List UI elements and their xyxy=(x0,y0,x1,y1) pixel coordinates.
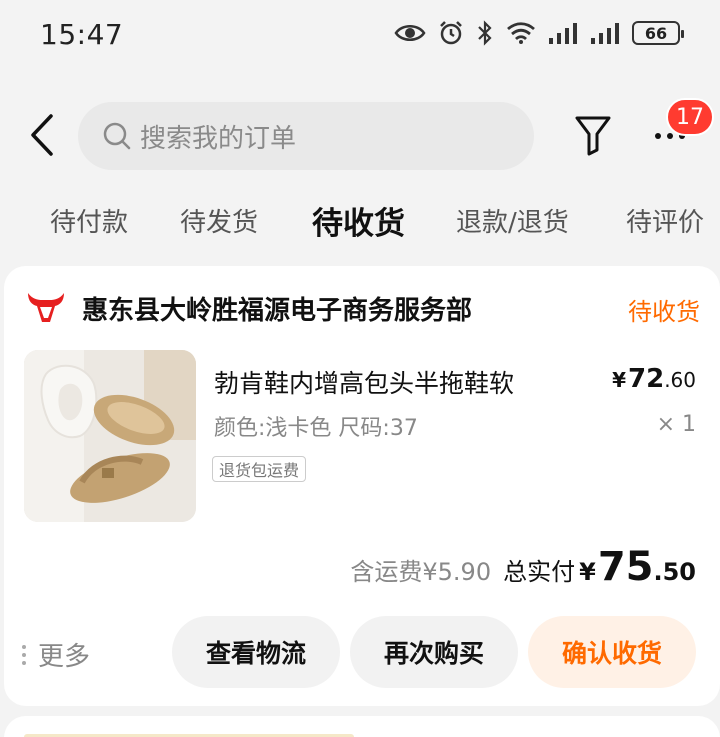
unit-price-integer: 72 xyxy=(628,364,665,394)
confirm-receipt-button[interactable]: 确认收货 xyxy=(528,616,696,688)
order-actions: 更多 查看物流 再次购买 确认收货 xyxy=(4,616,720,688)
total-integer: 75 xyxy=(597,544,654,590)
total-currency: ¥ xyxy=(579,558,596,586)
status-bar: 15:47 66 xyxy=(0,0,720,72)
tab-pending-receipt[interactable]: 待收货 xyxy=(312,198,405,243)
view-logistics-button[interactable]: 查看物流 xyxy=(172,616,340,688)
store-name: 惠东县大岭胜福源电子商务服务部 xyxy=(82,295,473,326)
unit-price: ¥ 72 .60 xyxy=(612,364,696,394)
tab-pending-review[interactable]: 待评价 xyxy=(626,202,704,239)
eye-icon xyxy=(394,22,426,44)
quantity: × 1 xyxy=(656,412,696,437)
battery-icon: 66 xyxy=(632,21,684,45)
product-image[interactable] xyxy=(24,350,196,522)
product-spec: 颜色:浅卡色 尺码:37 xyxy=(214,416,418,441)
order-card: 惠东县大岭胜福源电子商务服务部 待收货 勃肯鞋内增高包头半拖鞋软 颜色:浅卡色 … xyxy=(4,266,720,706)
status-icons: 66 xyxy=(394,20,684,46)
tab-pending-shipment[interactable]: 待发货 xyxy=(180,202,258,239)
header: 搜索我的订单 xyxy=(0,96,720,176)
tab-refund-return[interactable]: 退款/退货 xyxy=(456,202,569,239)
store-row[interactable]: 惠东县大岭胜福源电子商务服务部 待收货 xyxy=(26,286,700,330)
shipping-fee: 含运费¥5.90 xyxy=(350,558,492,586)
tab-pending-payment[interactable]: 待付款 xyxy=(50,202,128,239)
order-status: 待收货 xyxy=(628,298,700,326)
battery-level: 66 xyxy=(644,23,668,43)
more-actions-label: 更多 xyxy=(38,642,91,672)
status-tabs: 待付款 待发货 待收货 退款/退货 待评价 xyxy=(0,190,720,254)
search-input[interactable]: 搜索我的订单 xyxy=(78,102,534,170)
vertical-dots-icon xyxy=(22,644,26,665)
more-icon xyxy=(655,133,661,139)
bluetooth-icon xyxy=(476,20,494,46)
filter-icon xyxy=(575,116,611,156)
status-time: 15:47 xyxy=(40,18,124,51)
search-placeholder: 搜索我的订单 xyxy=(140,123,297,154)
alarm-icon xyxy=(438,20,464,46)
buy-again-button[interactable]: 再次购买 xyxy=(350,616,518,688)
store-logo-icon xyxy=(26,290,66,326)
product-title[interactable]: 勃肯鞋内增高包头半拖鞋软 xyxy=(214,364,514,400)
search-icon xyxy=(102,121,132,151)
tab-edge-fragment xyxy=(0,216,2,230)
next-order-card xyxy=(4,716,720,737)
signal-icon xyxy=(548,22,578,44)
total-row: 含运费¥5.90 总实付 ¥ 75 .50 xyxy=(350,544,696,590)
unit-price-currency: ¥ xyxy=(612,368,626,392)
filter-button[interactable] xyxy=(570,112,616,158)
unit-price-decimal: .60 xyxy=(664,368,696,392)
more-actions-button[interactable]: 更多 xyxy=(22,636,90,673)
notification-badge: 17 xyxy=(666,98,714,136)
return-shipping-tag: 退货包运费 xyxy=(212,456,307,482)
total-decimal: .50 xyxy=(653,558,696,586)
total-label: 总实付 xyxy=(503,558,576,586)
back-button[interactable] xyxy=(22,110,62,160)
signal-icon xyxy=(590,22,620,44)
wifi-icon xyxy=(506,21,536,45)
chevron-left-icon xyxy=(31,114,53,156)
